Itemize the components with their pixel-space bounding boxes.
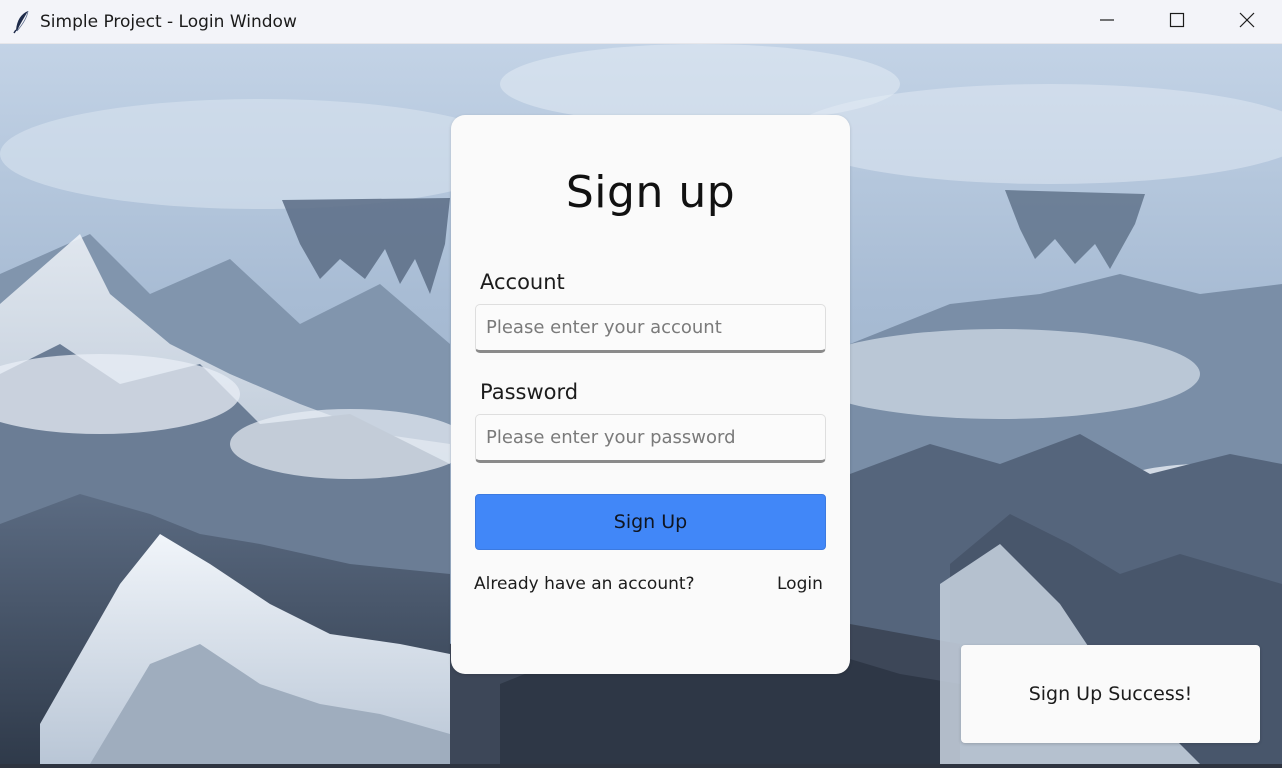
maximize-button[interactable] bbox=[1142, 0, 1212, 44]
password-label: Password bbox=[480, 380, 579, 404]
account-input[interactable] bbox=[475, 304, 826, 353]
login-link[interactable]: Login bbox=[777, 574, 823, 594]
window-title: Simple Project - Login Window bbox=[40, 11, 297, 32]
login-window: Simple Project - Login Window Sign up Ac… bbox=[0, 0, 1282, 768]
signup-card: Sign up Account Password Sign Up Already… bbox=[451, 115, 850, 674]
toast-message: Sign Up Success! bbox=[1028, 683, 1193, 705]
maximize-icon bbox=[1169, 12, 1185, 32]
signup-button[interactable]: Sign Up bbox=[475, 494, 826, 550]
close-button[interactable] bbox=[1212, 0, 1282, 44]
minimize-icon bbox=[1099, 12, 1115, 32]
window-controls bbox=[1072, 0, 1282, 44]
success-toast: Sign Up Success! bbox=[961, 645, 1260, 743]
already-have-account-text: Already have an account? bbox=[474, 574, 695, 594]
account-label: Account bbox=[480, 270, 565, 294]
password-input[interactable] bbox=[475, 414, 826, 463]
title-bar: Simple Project - Login Window bbox=[0, 0, 1282, 44]
close-icon bbox=[1239, 12, 1255, 32]
feather-icon bbox=[13, 10, 31, 34]
signup-title: Sign up bbox=[565, 167, 736, 218]
taskbar-edge bbox=[0, 764, 1282, 768]
minimize-button[interactable] bbox=[1072, 0, 1142, 44]
